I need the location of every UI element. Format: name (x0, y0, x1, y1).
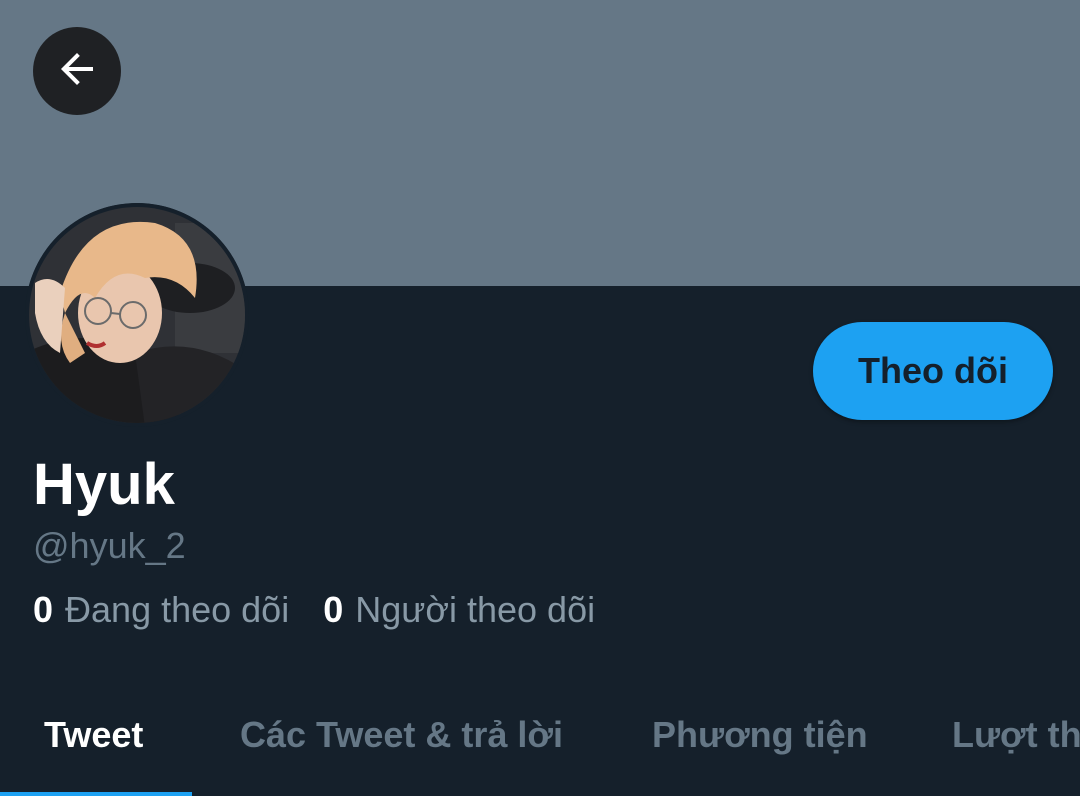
follow-stats: 0 Đang theo dõi 0 Người theo dõi (33, 588, 595, 632)
tab-media[interactable]: Phương tiện (652, 712, 868, 758)
back-button[interactable] (33, 27, 121, 115)
tab-likes[interactable]: Lượt thích (952, 712, 1080, 758)
followers-stat[interactable]: 0 Người theo dõi (323, 588, 595, 632)
tab-tweets-replies[interactable]: Các Tweet & trả lời (240, 712, 563, 758)
following-stat[interactable]: 0 Đang theo dõi (33, 588, 289, 632)
active-tab-indicator (0, 792, 192, 796)
following-count: 0 (33, 589, 54, 630)
profile-tabs: Tweet Các Tweet & trả lời Phương tiện Lư… (0, 690, 1080, 796)
display-name: Hyuk (33, 452, 175, 517)
follow-button[interactable]: Theo dõi (813, 322, 1053, 420)
profile-screen: Theo dõi Hyuk @hyuk_2 0 Đang theo dõi 0 Ngư… (0, 0, 1080, 796)
avatar[interactable] (25, 203, 249, 427)
followers-count: 0 (323, 589, 344, 630)
username-handle: @hyuk_2 (33, 525, 186, 566)
following-label: Đang theo dõi (65, 589, 290, 630)
tab-tweets[interactable]: Tweet (44, 712, 143, 758)
followers-label: Người theo dõi (355, 589, 596, 630)
arrow-left-icon (53, 45, 101, 98)
